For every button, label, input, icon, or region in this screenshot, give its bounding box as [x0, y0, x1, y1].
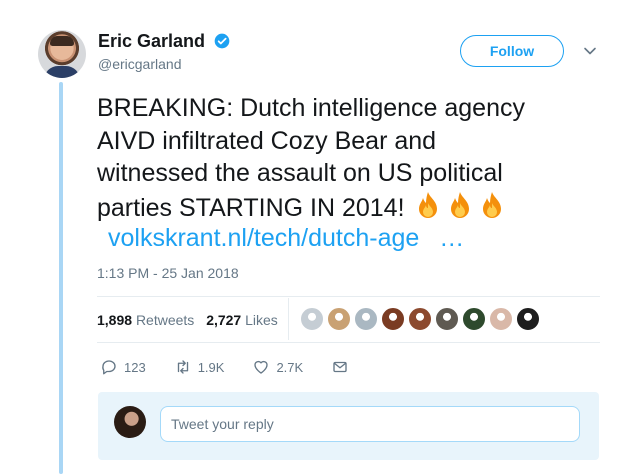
liker-avatar[interactable]: [516, 307, 540, 331]
tweet-line: BREAKING: Dutch intelligence agency: [97, 94, 525, 122]
liker-avatar[interactable]: [327, 307, 351, 331]
avatar-shirt: [44, 66, 80, 78]
author-name-row[interactable]: Eric Garland: [98, 31, 230, 52]
tweet-link[interactable]: volkskrant.nl/tech/dutch-age …: [108, 224, 464, 253]
tweet-stats: 1,898 Retweets 2,727 Likes: [97, 312, 278, 328]
tweet-line: witnessed the assault on US political: [97, 159, 503, 187]
retweets-count: 1,898: [97, 312, 133, 328]
liker-avatar[interactable]: [462, 307, 486, 331]
like-action[interactable]: 2.7K: [252, 358, 303, 376]
fire-emoji-icon: [483, 191, 502, 218]
tweet-actions: 123 1.9K 2.7K: [100, 358, 383, 376]
avatar-hair: [50, 36, 74, 46]
reply-user-avatar: [114, 406, 146, 438]
retweet-action[interactable]: 1.9K: [174, 358, 225, 376]
liker-avatar[interactable]: [435, 307, 459, 331]
liker-avatars: [300, 307, 540, 331]
divider: [97, 296, 600, 297]
tweet-link-ellipsis[interactable]: …: [439, 224, 464, 252]
retweets-stat[interactable]: 1,898 Retweets: [97, 312, 194, 328]
like-count: 2.7K: [276, 359, 304, 375]
liker-avatar[interactable]: [381, 307, 405, 331]
author-name[interactable]: Eric Garland: [98, 31, 205, 51]
reply-input[interactable]: Tweet your reply: [160, 406, 580, 442]
reply-icon[interactable]: [100, 358, 118, 376]
message-action[interactable]: [331, 358, 355, 376]
verified-badge-icon: [214, 33, 230, 49]
likes-count: 2,727: [206, 312, 242, 328]
liker-avatar[interactable]: [408, 307, 432, 331]
tweet-line-last: parties STARTING IN 2014!: [97, 190, 617, 225]
follow-button[interactable]: Follow: [460, 35, 564, 67]
likes-stat[interactable]: 2,727 Likes: [206, 312, 278, 328]
author-handle[interactable]: @ericgarland: [98, 56, 181, 72]
stats-separator: [288, 298, 289, 340]
fire-emoji-icon: [419, 191, 438, 218]
reply-composer: Tweet your reply: [98, 392, 599, 460]
liker-avatar[interactable]: [300, 307, 324, 331]
heart-icon[interactable]: [252, 358, 270, 376]
divider: [97, 342, 600, 343]
retweets-label: Retweets: [135, 312, 195, 328]
likes-label: Likes: [245, 312, 278, 328]
reply-action[interactable]: 123: [100, 358, 146, 376]
tweet-text: BREAKING: Dutch intelligence agency AIVD…: [97, 92, 617, 224]
tweet-link-text[interactable]: volkskrant.nl/tech/dutch-age: [108, 224, 419, 252]
retweet-count: 1.9K: [197, 359, 225, 375]
tweet-line: parties STARTING IN 2014!: [97, 193, 405, 222]
chevron-down-icon[interactable]: [583, 44, 597, 58]
reply-count: 123: [124, 359, 146, 375]
fire-emoji-icon: [451, 191, 470, 218]
tweet-timestamp[interactable]: 1:13 PM - 25 Jan 2018: [97, 265, 239, 281]
envelope-icon[interactable]: [331, 358, 349, 376]
thread-line: [59, 82, 63, 474]
liker-avatar[interactable]: [354, 307, 378, 331]
liker-avatar[interactable]: [489, 307, 513, 331]
author-avatar[interactable]: [38, 30, 86, 78]
tweet-line: AIVD infiltrated Cozy Bear and: [97, 126, 437, 155]
retweet-icon[interactable]: [174, 358, 192, 376]
